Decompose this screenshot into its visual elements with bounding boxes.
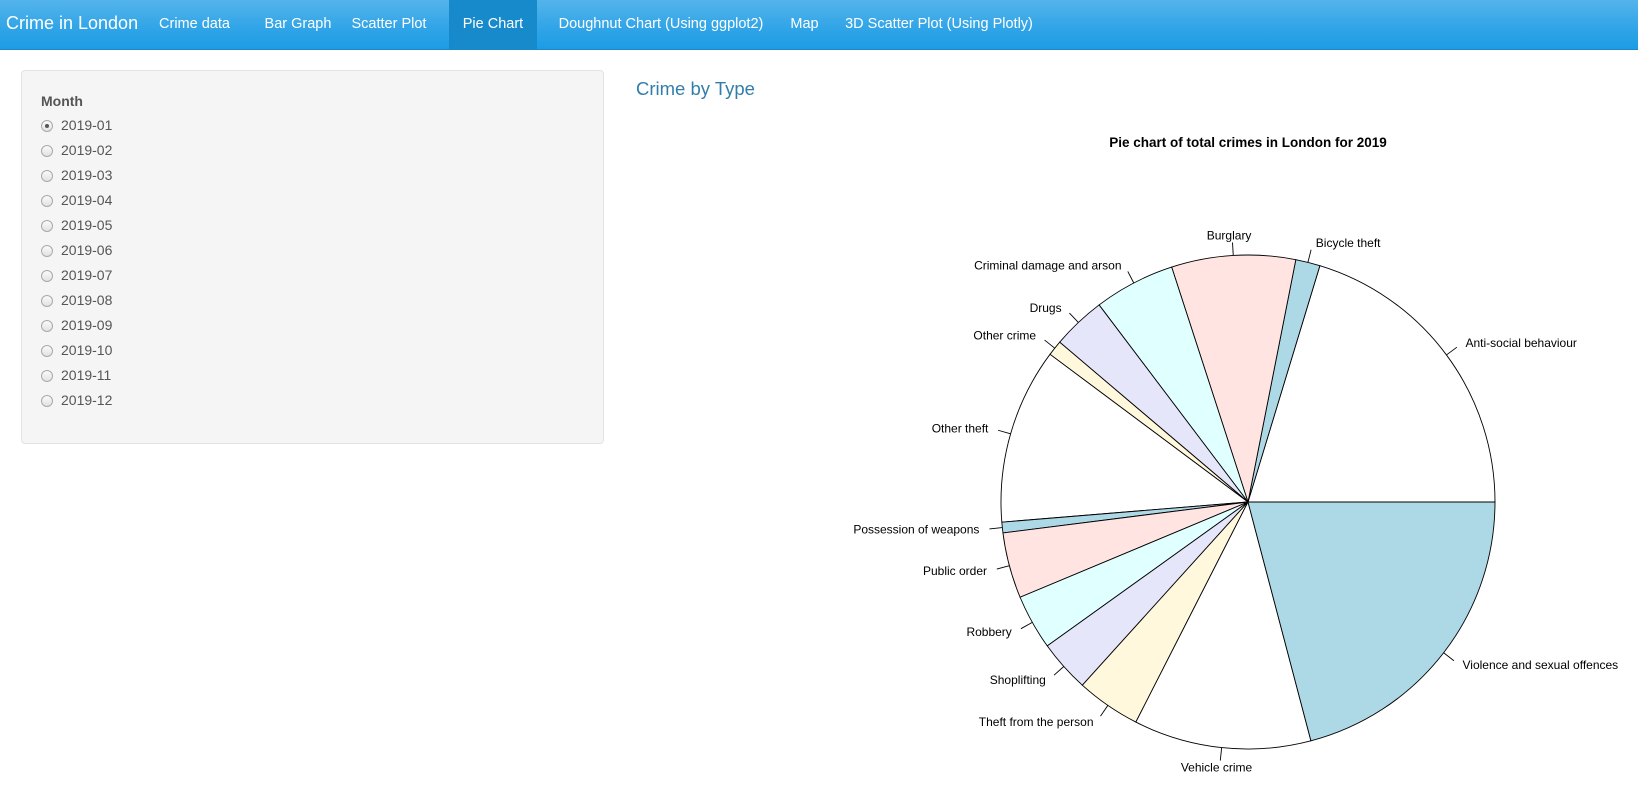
radio-button[interactable] [41, 370, 53, 382]
pie-slice-possession-of-weapons [1001, 501, 1249, 534]
pie-tick-bicycle-theft [1307, 249, 1312, 263]
pie-tick-criminal-damage-and-arson [1127, 271, 1135, 284]
radio-button[interactable] [41, 245, 53, 257]
pie-tick-shoplifting [1053, 666, 1065, 676]
pie-slice-other-theft [1000, 353, 1250, 523]
pie-tick-other-theft [997, 429, 1011, 435]
pie-slice-burglary [1171, 254, 1297, 504]
pie-label-shoplifting: Shoplifting [990, 673, 1046, 687]
pie-slice-public-order [1002, 501, 1249, 598]
radio-button[interactable] [41, 145, 53, 157]
pie-label-other-crime: Other crime [973, 329, 1036, 343]
pie-label-robbery: Robbery [966, 625, 1011, 639]
pie-tick-robbery [1020, 621, 1033, 630]
pie-label-vehicle-crime: Vehicle crime [1181, 761, 1253, 775]
pie-tick-public-order [996, 565, 1010, 570]
tab-3d-scatter-plot-using-plotly[interactable]: 3D Scatter Plot (Using Plotly) [834, 0, 1044, 49]
pie-slice-robbery [1019, 501, 1249, 647]
pie-slice-bicycle-theft [1247, 259, 1321, 503]
sidebar-panel: Month 2019-01 2019-02 2019-03 2019-04 2019-0… [21, 70, 604, 444]
radio-selected-dot [45, 124, 49, 128]
radio-label: 2019-12 [61, 392, 113, 408]
pie-slice-shoplifting [1046, 501, 1249, 686]
radio-button[interactable] [41, 320, 53, 332]
radio-label: 2019-09 [61, 317, 113, 333]
pie-slices [1000, 254, 1496, 750]
pie-tick-violence-and-sexual-offences [1443, 652, 1455, 662]
pie-label-burglary: Burglary [1207, 229, 1252, 243]
radio-button[interactable] [41, 220, 53, 232]
pie-label-theft-from-the-person: Theft from the person [979, 715, 1094, 729]
radio-label: 2019-10 [61, 342, 113, 358]
pie-label-possession-of-weapons: Possession of weapons [853, 523, 979, 537]
radio-button[interactable] [41, 295, 53, 307]
tab-doughnut-chart-using-ggplot2[interactable]: Doughnut Chart (Using ggplot2) [537, 0, 785, 49]
pie-tick-vehicle-crime [1219, 747, 1223, 761]
radio-label: 2019-11 [61, 367, 112, 383]
pie-labels: Anti-social behaviour Bicycle theft Burgla… [853, 229, 1618, 775]
radio-button[interactable] [41, 270, 53, 282]
tab-scatter-plot[interactable]: Scatter Plot [342, 0, 436, 49]
pie-slice-criminal-damage-and-arson [1098, 266, 1249, 503]
radio-label: 2019-01 [61, 117, 113, 133]
section-title: Crime by Type [636, 78, 755, 99]
pie-label-bicycle-theft: Bicycle theft [1316, 236, 1381, 250]
pie-tick-drugs [1069, 312, 1079, 323]
pie-slice-other-crime [1049, 341, 1249, 503]
pie-slice-drugs [1059, 304, 1249, 503]
radio-button[interactable] [41, 345, 53, 357]
pie-slice-anti-social-behaviour [1247, 265, 1496, 503]
radio-button[interactable] [41, 395, 53, 407]
month-label: Month [41, 93, 83, 109]
pie-label-violence-and-sexual-offences: Violence and sexual offences [1463, 658, 1619, 672]
pie-label-drugs: Drugs [1030, 301, 1062, 315]
navbar: Crime in London Crime data Bar Graph Scatt… [0, 0, 1638, 50]
pie-slice-violence-and-sexual-offences [1247, 501, 1496, 742]
tab-pie-chart[interactable]: Pie Chart [449, 0, 537, 49]
radio-label: 2019-07 [61, 267, 113, 283]
tab-bar-graph[interactable]: Bar Graph [253, 0, 343, 49]
radio-label: 2019-03 [61, 167, 113, 183]
tab-crime-data[interactable]: Crime data [153, 0, 236, 49]
pie-tick-theft-from-the-person [1100, 705, 1109, 717]
pie-slice-theft-from-the-person [1081, 501, 1249, 723]
radio-label: 2019-08 [61, 292, 113, 308]
pie-label-criminal-damage-and-arson: Criminal damage and arson [974, 258, 1121, 272]
radio-button[interactable] [41, 195, 53, 207]
pie-tick-burglary [1232, 242, 1234, 256]
pie-tick-possession-of-weapons [989, 527, 1003, 530]
pie-label-other-theft: Other theft [932, 421, 989, 435]
radio-label: 2019-05 [61, 217, 113, 233]
navbar-brand[interactable]: Crime in London [6, 13, 138, 34]
tab-map[interactable]: Map [775, 0, 834, 49]
pie-label-anti-social-behaviour: Anti-social behaviour [1466, 336, 1577, 350]
radio-label: 2019-06 [61, 242, 113, 258]
pie-tick-other-crime [1044, 339, 1056, 349]
pie-slice-vehicle-crime [1135, 500, 1312, 750]
pie-label-public-order: Public order [923, 564, 987, 578]
radio-button[interactable] [41, 120, 53, 132]
radio-button[interactable] [41, 170, 53, 182]
chart-title: Pie chart of total crimes in London for … [1109, 135, 1387, 150]
pie-tick-anti-social-behaviour [1446, 346, 1458, 356]
radio-label: 2019-04 [61, 192, 113, 208]
radio-label: 2019-02 [61, 142, 113, 158]
